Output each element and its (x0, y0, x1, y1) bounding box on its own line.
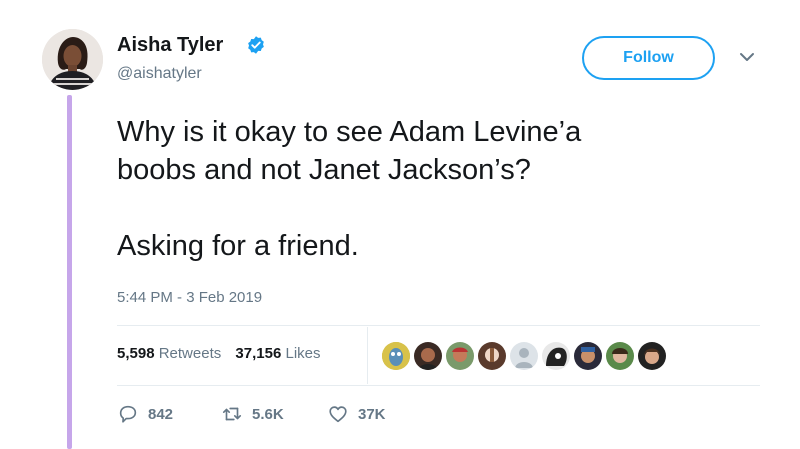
retweets-label: Retweets (158, 345, 222, 362)
display-name[interactable]: Aisha Tyler (117, 34, 223, 57)
tweet-text-line: boobs and not Janet Jackson’s? (117, 154, 531, 186)
likes-label: Likes (285, 345, 321, 362)
tweet-stats: 5,598 Retweets 37,156 Likes (117, 345, 321, 362)
tweet-text-line: Why is it okay to see Adam Levine’a (117, 116, 582, 148)
tweet-text: Why is it okay to see Adam Levine’a boob… (117, 113, 757, 265)
tweet-timestamp[interactable]: 5:44 PM - 3 Feb 2019 (117, 289, 262, 306)
stats-divider (367, 327, 368, 384)
thread-line (67, 95, 72, 449)
liker-avatar[interactable] (414, 342, 442, 370)
chevron-down-icon[interactable] (738, 50, 756, 64)
reply-button[interactable]: 842 (117, 403, 173, 425)
like-count: 37K (358, 405, 386, 423)
liker-avatar[interactable] (606, 342, 634, 370)
liker-avatar[interactable] (478, 342, 506, 370)
reply-icon (119, 405, 137, 423)
user-handle[interactable]: @aishatyler (117, 65, 202, 83)
reply-count: 842 (148, 405, 174, 423)
divider (117, 325, 760, 326)
likes-stat[interactable]: 37,156 Likes (235, 345, 320, 362)
liker-avatar[interactable] (510, 342, 538, 370)
retweets-stat[interactable]: 5,598 Retweets (117, 345, 231, 362)
liker-avatar[interactable] (542, 342, 570, 370)
verified-badge-icon (248, 36, 264, 54)
heart-icon (329, 406, 347, 423)
liker-avatar[interactable] (574, 342, 602, 370)
avatar[interactable] (42, 29, 103, 90)
follow-button[interactable]: Follow (582, 36, 715, 80)
tweet-text-line: Asking for a friend. (117, 230, 359, 262)
liker-avatar[interactable] (638, 342, 666, 370)
liker-avatar[interactable] (382, 342, 410, 370)
like-button[interactable]: 37K (327, 403, 386, 425)
retweet-count: 5.6K (252, 405, 284, 423)
retweet-button[interactable]: 5.6K (221, 403, 284, 425)
retweet-icon (222, 407, 242, 421)
liker-avatar[interactable] (446, 342, 474, 370)
retweets-count: 5,598 (117, 345, 155, 362)
likes-count: 37,156 (235, 345, 282, 362)
divider (117, 385, 760, 386)
